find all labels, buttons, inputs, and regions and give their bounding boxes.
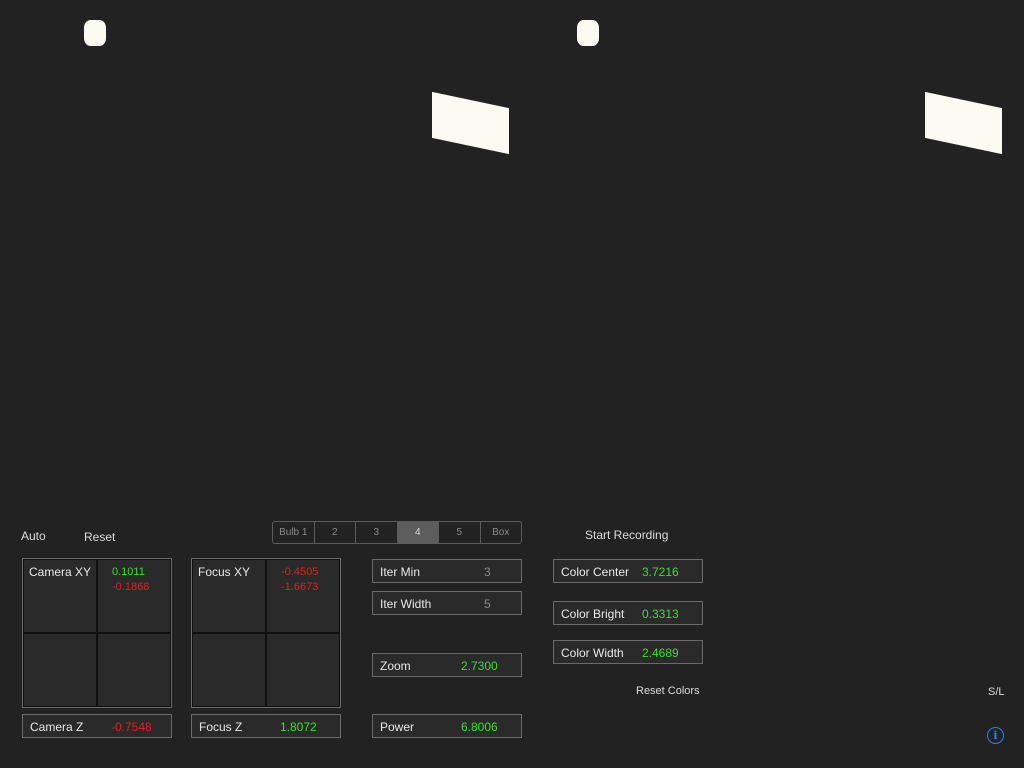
camera-z-control[interactable]: Camera Z -0.7548 xyxy=(22,714,172,738)
save-load-button[interactable]: S/L xyxy=(988,686,1005,698)
iter-width-value: 5 xyxy=(484,597,491,611)
segment-bulb-1[interactable]: Bulb 1 xyxy=(273,522,315,543)
power-value: 6.8006 xyxy=(461,720,498,734)
zoom-label: Zoom xyxy=(380,659,411,673)
iter-min-control[interactable]: Iter Min 3 xyxy=(372,559,522,583)
highlight-patch xyxy=(577,20,599,46)
iter-min-label: Iter Min xyxy=(380,565,421,579)
focus-y-value: -1.6673 xyxy=(281,581,319,593)
color-center-control[interactable]: Color Center 3.7216 xyxy=(553,559,703,583)
color-width-label: Color Width xyxy=(561,646,624,660)
focus-x-value: -0.4505 xyxy=(281,566,319,578)
fractal-view-right[interactable] xyxy=(515,8,1002,508)
focus-z-label: Focus Z xyxy=(199,720,243,734)
auto-button[interactable]: Auto xyxy=(21,529,46,543)
zoom-value: 2.7300 xyxy=(461,659,498,673)
camera-y-value: -0.1868 xyxy=(112,581,150,593)
highlight-patch xyxy=(84,20,106,46)
color-width-value: 2.4689 xyxy=(642,646,679,660)
segment-2[interactable]: 2 xyxy=(315,522,356,543)
power-label: Power xyxy=(380,720,415,734)
segment-box[interactable]: Box xyxy=(481,522,522,543)
focus-z-value: 1.8072 xyxy=(280,720,317,734)
zoom-control[interactable]: Zoom 2.7300 xyxy=(372,653,522,677)
camera-z-label: Camera Z xyxy=(30,720,84,734)
camera-xy-pad[interactable]: Camera XY 0.1011 -0.1868 xyxy=(22,558,172,708)
color-center-label: Color Center xyxy=(561,565,630,579)
color-center-value: 3.7216 xyxy=(642,565,679,579)
start-recording-button[interactable]: Start Recording xyxy=(585,528,668,542)
color-bright-label: Color Bright xyxy=(561,607,625,621)
segment-5[interactable]: 5 xyxy=(439,522,481,543)
focus-z-control[interactable]: Focus Z 1.8072 xyxy=(191,714,341,738)
power-control[interactable]: Power 6.8006 xyxy=(372,714,522,738)
highlight-patch xyxy=(432,91,509,155)
fractal-view-left[interactable] xyxy=(22,8,509,508)
fractal-type-segmented-control[interactable]: Bulb 1 2 3 4 5 Box xyxy=(272,521,522,544)
segment-4[interactable]: 4 xyxy=(397,522,439,543)
camera-xy-label: Camera XY xyxy=(29,565,92,579)
focus-xy-pad[interactable]: Focus XY -0.4505 -1.6673 xyxy=(191,558,341,708)
camera-z-value: -0.7548 xyxy=(111,720,152,734)
camera-x-value: 0.1011 xyxy=(112,566,145,578)
pad-cell xyxy=(266,633,340,707)
iter-min-value: 3 xyxy=(484,565,491,579)
pad-cell xyxy=(192,633,266,707)
reset-colors-button[interactable]: Reset Colors xyxy=(636,685,700,697)
iter-width-control[interactable]: Iter Width 5 xyxy=(372,591,522,615)
highlight-patch xyxy=(925,91,1002,155)
info-icon[interactable]: i xyxy=(987,727,1004,744)
iter-width-label: Iter Width xyxy=(380,597,432,611)
color-bright-value: 0.3313 xyxy=(642,607,679,621)
color-width-control[interactable]: Color Width 2.4689 xyxy=(553,640,703,664)
reset-button[interactable]: Reset xyxy=(84,530,115,544)
pad-cell xyxy=(23,633,97,707)
segment-3[interactable]: 3 xyxy=(356,522,398,543)
pad-cell xyxy=(97,633,171,707)
focus-xy-label: Focus XY xyxy=(198,565,251,579)
color-bright-control[interactable]: Color Bright 0.3313 xyxy=(553,601,703,625)
